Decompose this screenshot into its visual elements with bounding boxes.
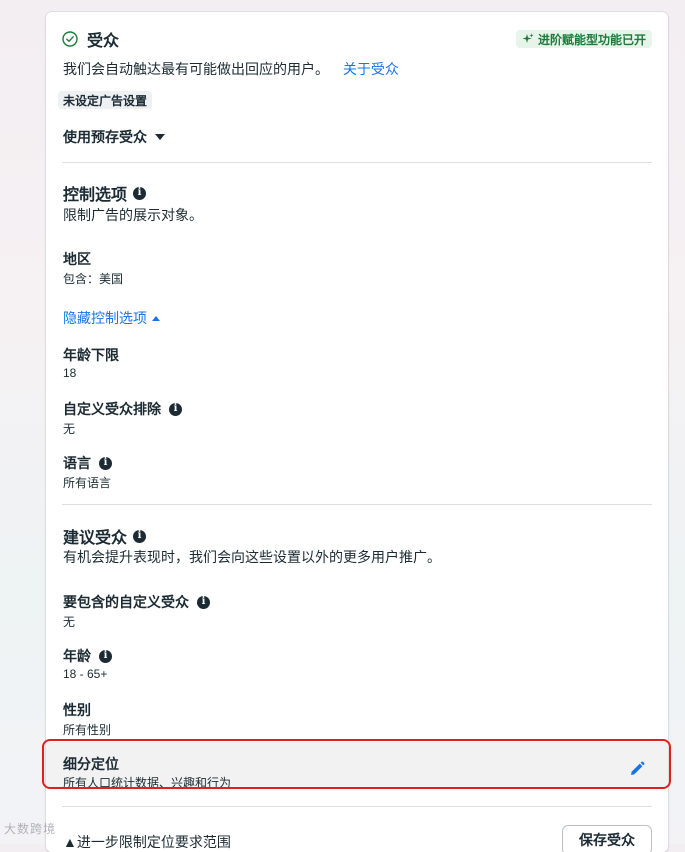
info-icon[interactable]: i	[169, 402, 182, 416]
info-icon[interactable]: i	[133, 186, 147, 200]
divider	[62, 806, 652, 807]
caret-down-icon	[155, 134, 165, 140]
audience-description: 我们会自动触达最有可能做出回应的用户。	[63, 61, 329, 77]
info-icon[interactable]: i	[197, 595, 210, 609]
hide-controls-link[interactable]: 隐藏控制选项	[63, 308, 160, 328]
age-label: 年龄	[63, 648, 91, 664]
language-value: 所有语言	[63, 476, 112, 490]
custom-exclusion-value: 无	[63, 422, 76, 436]
age-value: 18 - 65+	[63, 667, 108, 681]
suggestions-section-header: 建议受众 i	[63, 524, 147, 548]
caret-up-icon	[152, 315, 160, 321]
language-label-row: 语言 i	[63, 453, 112, 473]
check-circle-icon	[62, 31, 78, 47]
ad-settings-chip: 未设定广告设置	[58, 91, 153, 109]
save-audience-button[interactable]: 保存受众	[562, 825, 652, 852]
suggestions-title: 建议受众	[63, 530, 128, 547]
audience-card: 受众 进阶赋能型功能已开 我们会自动触达最有可能做出回应的用户。 关于受众 未设…	[46, 12, 668, 852]
advantage-plus-badge[interactable]: 进阶赋能型功能已开	[515, 30, 652, 48]
gender-label: 性别	[63, 702, 91, 718]
detailed-targeting-label: 细分定位	[63, 756, 119, 772]
min-age-value: 18	[63, 366, 77, 380]
controls-subtitle: 限制广告的展示对象。	[63, 207, 203, 223]
hide-controls-label: 隐藏控制选项	[63, 310, 147, 326]
footer-hint[interactable]: ▲进一步限制定位要求范围	[63, 832, 231, 852]
custom-exclusion-label: 自定义受众排除	[63, 401, 161, 417]
about-audience-link[interactable]: 关于受众	[343, 61, 399, 77]
audience-description-row: 我们会自动触达最有可能做出回应的用户。 关于受众	[63, 59, 399, 79]
saved-audience-dropdown-label: 使用预存受众	[63, 129, 147, 145]
custom-include-label-row: 要包含的自定义受众 i	[63, 592, 210, 612]
location-value: 包含：美国	[63, 272, 124, 286]
language-label: 语言	[63, 455, 91, 471]
detailed-targeting-value: 所有人口统计数据、兴趣和行为	[63, 776, 232, 790]
audience-header: 受众	[62, 28, 119, 50]
divider	[62, 162, 652, 163]
min-age-label: 年龄下限	[63, 347, 119, 363]
info-icon[interactable]: i	[99, 456, 112, 470]
custom-include-value: 无	[63, 615, 76, 629]
audience-title: 受众	[87, 33, 120, 50]
advantage-plus-badge-label: 进阶赋能型功能已开	[537, 32, 646, 47]
info-icon[interactable]: i	[133, 529, 147, 543]
controls-title: 控制选项	[63, 187, 128, 204]
age-label-row: 年龄 i	[63, 646, 112, 666]
info-icon[interactable]: i	[99, 649, 112, 663]
location-label: 地区	[63, 251, 91, 267]
divider	[62, 504, 652, 505]
watermark: 大数跨境	[4, 822, 57, 836]
pencil-edit-icon[interactable]	[628, 760, 646, 778]
gender-value: 所有性别	[63, 723, 112, 737]
suggestions-subtitle: 有机会提升表现时，我们会向这些设置以外的更多用户推广。	[63, 549, 441, 565]
controls-section-header: 控制选项 i	[63, 181, 147, 205]
sparkle-icon	[522, 33, 534, 43]
custom-include-label: 要包含的自定义受众	[63, 594, 189, 610]
custom-exclusion-label-row: 自定义受众排除 i	[63, 399, 182, 419]
saved-audience-dropdown[interactable]: 使用预存受众	[63, 127, 165, 147]
